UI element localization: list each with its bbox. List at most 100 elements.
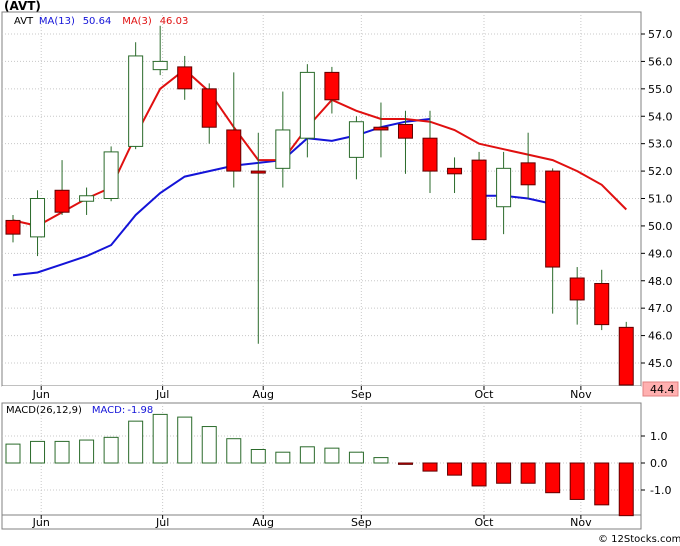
price-y-tick-label: 55.0 <box>648 83 673 96</box>
price-y-tick-label: 54.0 <box>648 110 673 123</box>
candle <box>128 42 144 150</box>
candle <box>618 321 634 386</box>
price-legend-label: MA(13) <box>39 16 75 27</box>
macd-bar <box>79 439 95 464</box>
macd-x-tick-label: Nov <box>570 516 592 529</box>
price-y-tick-label: 45.0 <box>648 357 673 370</box>
candle-body <box>201 88 217 128</box>
macd-bar <box>348 451 364 464</box>
macd-y-tick-label: -1.0 <box>650 484 671 497</box>
macd-y-tick-label: 0.0 <box>650 457 668 470</box>
price-y-tick-label: 49.0 <box>648 247 673 260</box>
candle-body <box>397 123 413 139</box>
candle-body <box>348 121 364 158</box>
candle-body <box>275 129 291 169</box>
macd-legend-value: -1.98 <box>127 405 153 416</box>
price-y-tick-label: 53.0 <box>648 138 673 151</box>
price-month-strip <box>2 386 641 400</box>
macd-x-tick-label: Jul <box>155 516 169 529</box>
price-legend-label: AVT <box>14 16 34 27</box>
macd-bar <box>250 449 266 464</box>
candle-body <box>618 326 634 386</box>
price-x-tick-label: Sep <box>351 388 372 401</box>
macd-bar <box>152 413 168 464</box>
macd-bar <box>5 443 21 464</box>
candle-body <box>373 126 389 131</box>
macd-bar <box>275 451 291 464</box>
price-y-axis: 57.0 56.0 55.0 54.0 53.0 52.0 51.0 50.0 49.0 48.0… <box>641 28 673 370</box>
macd-bar <box>177 416 193 464</box>
candle-body <box>128 55 144 147</box>
candle-body <box>79 195 95 202</box>
candle-body <box>422 137 438 172</box>
price-x-tick-label: Jul <box>155 388 169 401</box>
candle-body <box>54 189 70 213</box>
candle-body <box>226 129 242 172</box>
price-y-tick-label: 48.0 <box>648 275 673 288</box>
macd-bar <box>128 420 144 464</box>
price-y-tick-label: 50.0 <box>648 220 673 233</box>
macd-bar <box>103 436 119 464</box>
macd-bar <box>226 438 242 464</box>
macd-panel <box>1 402 642 516</box>
price-x-tick-label: Nov <box>570 388 592 401</box>
watermark: © 12Stocks.com <box>598 534 680 545</box>
price-y-tick-label: 46.0 <box>648 330 673 343</box>
macd-x-tick-label: Sep <box>351 516 372 529</box>
macd-bar <box>324 447 340 464</box>
macd-bar <box>594 462 610 506</box>
macd-legend-label: MACD: <box>92 405 125 416</box>
macd-bar <box>545 462 561 494</box>
macd-bar <box>618 462 634 517</box>
candle-body <box>471 159 487 241</box>
macd-x-tick-label: Jun <box>32 516 50 529</box>
candle-body <box>594 282 610 326</box>
price-legend-label: MA(3) <box>122 16 152 27</box>
macd-y-tick-label: 1.0 <box>650 430 668 443</box>
price-x-tick-label: Aug <box>252 388 273 401</box>
macd-bar <box>54 440 70 464</box>
macd-bar <box>373 457 389 464</box>
price-legend-value: 46.03 <box>160 16 189 27</box>
candle-body <box>545 170 561 268</box>
candle-body <box>324 71 340 101</box>
macd-x-tick-label: Aug <box>252 516 273 529</box>
macd-bar <box>569 462 585 500</box>
macd-bar <box>447 462 463 476</box>
candle-body <box>177 66 193 90</box>
candle-body <box>152 60 168 71</box>
price-y-tick-label: 52.0 <box>648 165 673 178</box>
macd-x-tick-label: Oct <box>474 516 494 529</box>
macd-bar <box>30 440 46 464</box>
macd-legend: MACD(26,12,9) MACD: -1.98 <box>6 405 153 416</box>
candle-body <box>569 277 585 301</box>
price-y-tick-label: 56.0 <box>648 55 673 68</box>
candle-body <box>30 198 46 238</box>
macd-bar <box>471 462 487 487</box>
candle-body <box>299 71 315 139</box>
price-y-tick-label: 51.0 <box>648 193 673 206</box>
candle <box>471 151 487 241</box>
price-x-tick-label: Jun <box>32 388 50 401</box>
macd-legend-label: MACD(26,12,9) <box>6 405 82 416</box>
macd-bar <box>520 462 536 484</box>
macd-bar <box>422 462 438 472</box>
macd-bar <box>299 446 315 464</box>
candle-body <box>250 170 266 174</box>
stock-chart: 57.0 56.0 55.0 54.0 53.0 52.0 51.0 50.0 49.0 48.0… <box>1 0 680 545</box>
macd-bar <box>201 426 217 464</box>
last-price-tag: 44.4 <box>650 383 675 396</box>
price-y-tick-label: 57.0 <box>648 28 673 41</box>
candle-body <box>5 219 21 235</box>
price-y-tick-label: 47.0 <box>648 302 673 315</box>
candle-body <box>496 167 512 208</box>
macd-bar <box>496 462 512 484</box>
candle <box>103 146 119 202</box>
macd-bar <box>397 462 413 465</box>
price-legend: AVT MA(13) 50.64 MA(3) 46.03 <box>14 16 188 27</box>
chart-ticker: (AVT) <box>4 0 41 13</box>
macd-month-strip <box>1 514 642 530</box>
candle-body <box>103 151 119 199</box>
candle-body <box>520 162 536 186</box>
price-x-tick-label: Oct <box>474 388 494 401</box>
